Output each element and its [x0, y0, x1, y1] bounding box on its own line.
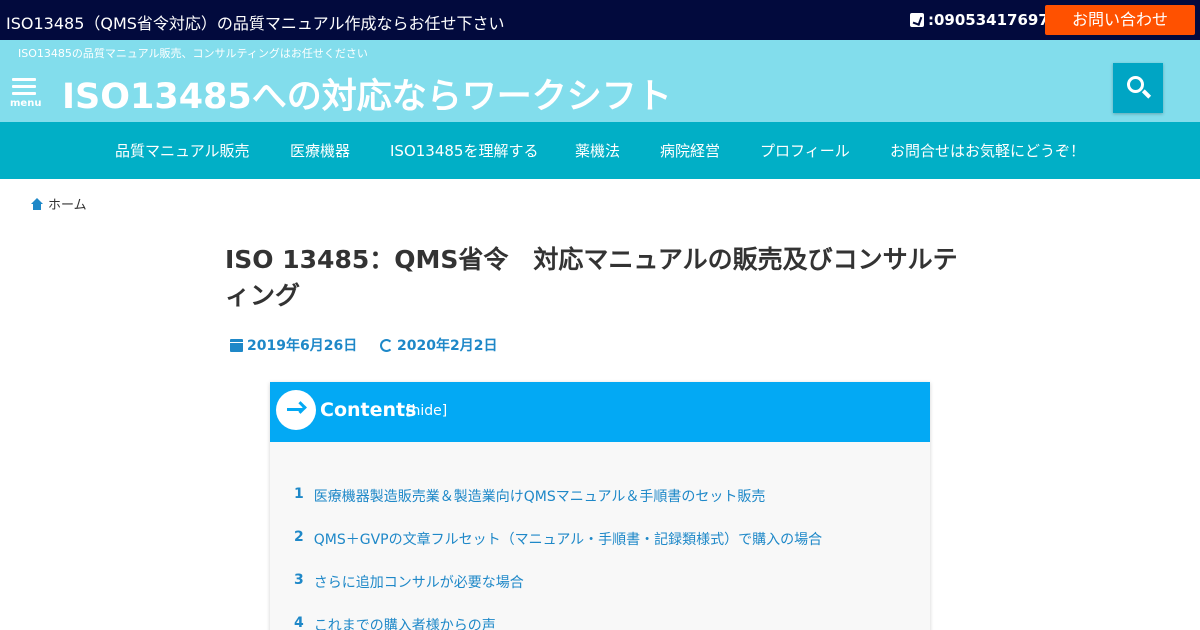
nav-item-hospital-management[interactable]: 病院経営	[660, 140, 720, 161]
menu-label: menu	[10, 98, 42, 109]
toc-item-label: さらに追加コンサルが必要な場合	[313, 575, 524, 591]
toc-header: Contents [hide]	[270, 382, 930, 442]
phone-link[interactable]: :09053417697	[910, 11, 1049, 29]
hamburger-menu-icon	[12, 78, 36, 81]
search-icon-handle	[1141, 89, 1152, 99]
nav-item-profile[interactable]: プロフィール	[760, 140, 850, 161]
menu-button[interactable]: menu	[8, 76, 42, 110]
phone-icon	[910, 13, 924, 27]
site-title[interactable]: ISO13485への対応ならワークシフト	[62, 68, 672, 119]
nav-item-manual-sales[interactable]: 品質マニュアル販売	[115, 140, 250, 161]
hamburger-menu-icon-bar	[12, 85, 36, 88]
main-nav: 品質マニュアル販売 医療機器 ISO13485を理解する 薬機法 病院経営 プロ…	[0, 122, 1200, 179]
toc-item[interactable]: 3 さらに追加コンサルが必要な場合	[294, 572, 524, 592]
toc-item[interactable]: 2 QMS＋GVPの文章フルセット（マニュアル・手順書・記録類様式）で購入の場合	[294, 529, 822, 549]
nav-item-understand-iso13485[interactable]: ISO13485を理解する	[390, 140, 538, 161]
arrow-right-circle-icon	[276, 390, 316, 430]
breadcrumb-home-link[interactable]: ホーム	[48, 194, 87, 213]
hamburger-menu-icon-bar	[12, 92, 36, 95]
calendar-icon	[230, 338, 243, 352]
toc-hide-toggle[interactable]: [hide]	[406, 403, 447, 419]
updated-date-text: 2020年2月2日	[397, 338, 498, 354]
toc-item-label: QMS＋GVPの文章フルセット（マニュアル・手順書・記録類様式）で購入の場合	[313, 532, 823, 548]
table-of-contents: Contents [hide] 1 医療機器製造販売業＆製造業向けQMSマニュア…	[270, 382, 930, 630]
post-title: ISO 13485：QMS省令 対応マニュアルの販売及びコンサルティング	[225, 245, 958, 310]
nav-item-medical-devices[interactable]: 医療機器	[290, 140, 350, 161]
published-date: 2019年6月26日	[230, 335, 357, 355]
search-button[interactable]	[1113, 63, 1163, 113]
phone-number: :09053417697	[928, 11, 1049, 29]
site-tagline: ISO13485の品質マニュアル販売、コンサルティングはお任せください	[18, 47, 368, 60]
breadcrumb: ホーム	[30, 194, 87, 213]
search-icon	[1127, 76, 1144, 93]
toc-title: Contents	[320, 399, 417, 421]
site-header: ISO13485の品質マニュアル販売、コンサルティングはお任せください menu…	[0, 40, 1200, 122]
toc-item[interactable]: 1 医療機器製造販売業＆製造業向けQMSマニュアル＆手順書のセット販売	[294, 486, 765, 506]
toc-item-number: 3	[294, 572, 304, 588]
toc-item-label: これまでの購入者様からの声	[313, 618, 496, 630]
contact-button[interactable]: お問い合わせ	[1045, 5, 1195, 35]
toc-item[interactable]: 4 これまでの購入者様からの声	[294, 615, 496, 630]
top-bar-title: ISO13485（QMS省令対応）の品質マニュアル作成ならお任せ下さい	[6, 14, 505, 33]
nav-item-pmd-act[interactable]: 薬機法	[575, 140, 620, 161]
published-date-text: 2019年6月26日	[247, 338, 358, 354]
nav-item-inquiry[interactable]: お問合せはお気軽にどうぞ！	[890, 140, 1085, 161]
toc-item-number: 2	[294, 529, 304, 545]
updated-date: 2020年2月2日	[380, 335, 497, 355]
toc-item-number: 4	[294, 615, 304, 630]
toc-item-label: 医療機器製造販売業＆製造業向けQMSマニュアル＆手順書のセット販売	[313, 489, 766, 505]
refresh-icon	[380, 338, 393, 352]
home-icon	[30, 197, 44, 210]
top-bar: ISO13485（QMS省令対応）の品質マニュアル作成ならお任せ下さい :090…	[0, 0, 1200, 40]
toc-item-number: 1	[294, 486, 304, 502]
